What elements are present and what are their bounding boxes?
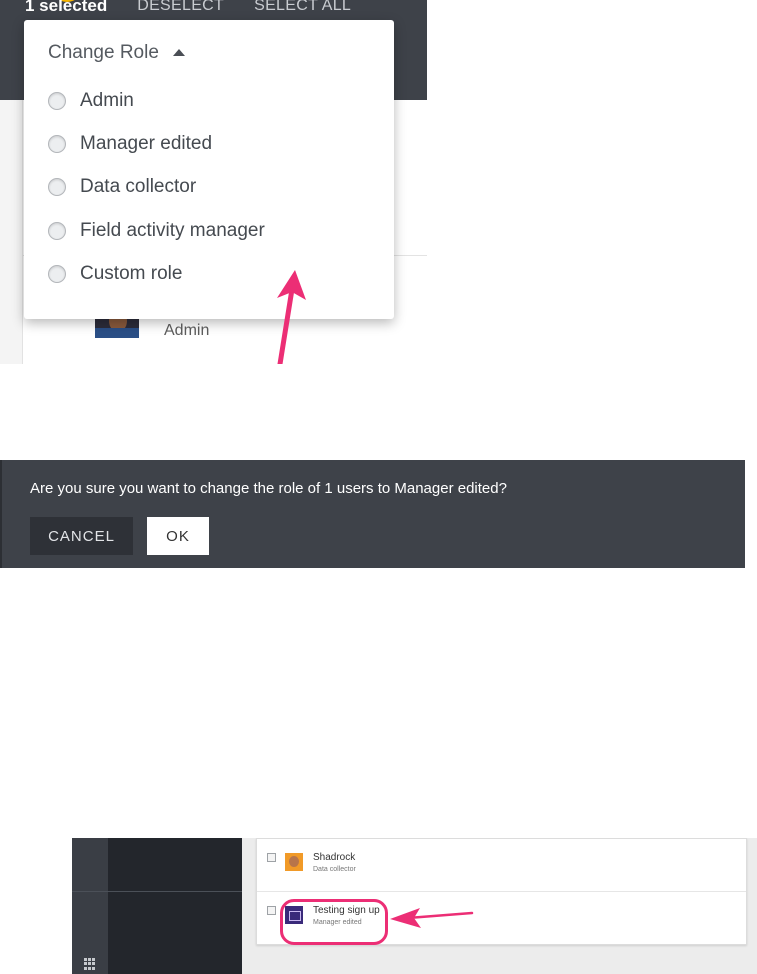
- annotation-arrow-icon: [277, 270, 306, 364]
- confirm-role-change-bar: Are you sure you want to change the role…: [0, 460, 745, 568]
- cancel-button[interactable]: CANCEL: [30, 517, 133, 555]
- change-role-panel: 1 selected DESELECT SELECT ALL Admin Cha…: [0, 0, 427, 364]
- updated-users-panel: Shadrock Data collector Testing sign up …: [72, 838, 757, 974]
- confirm-message: Are you sure you want to change the role…: [30, 480, 507, 497]
- ok-button[interactable]: OK: [147, 517, 209, 555]
- annotation-arrow-icon: [390, 908, 474, 928]
